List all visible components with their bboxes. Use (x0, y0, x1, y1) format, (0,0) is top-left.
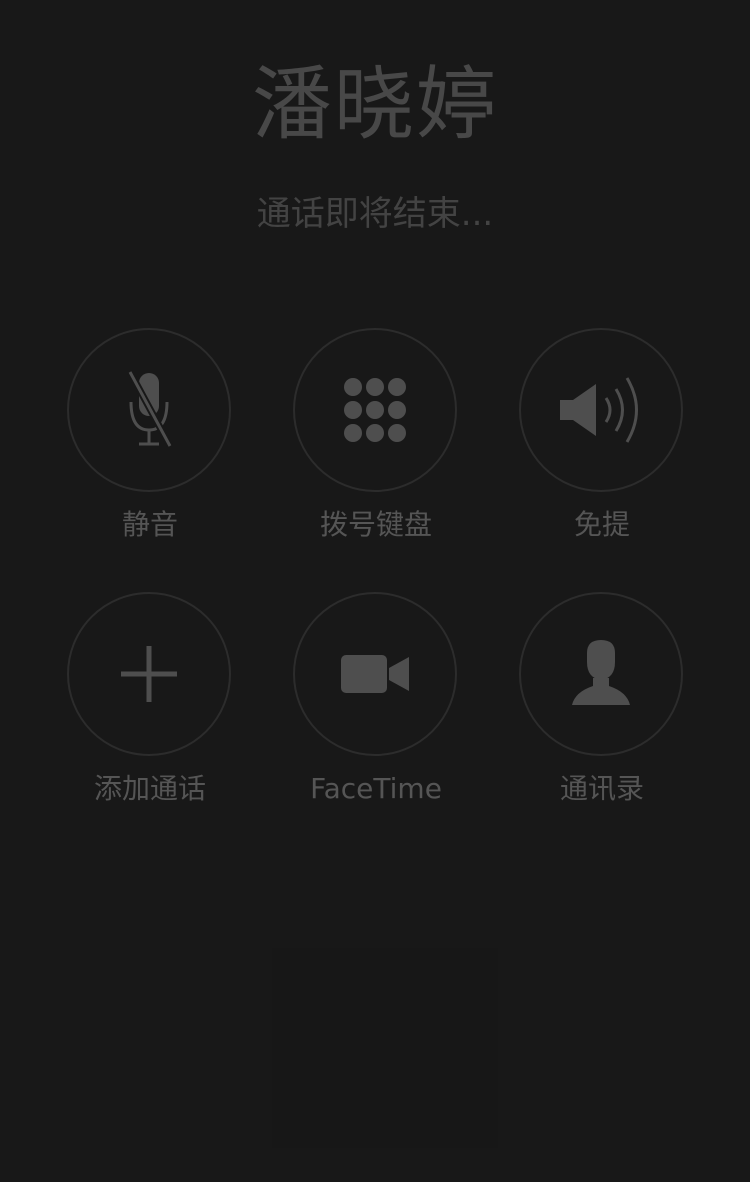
video-camera-icon (341, 655, 409, 693)
speaker-button-ring[interactable] (519, 328, 683, 492)
add-call-button-ring[interactable] (67, 592, 231, 756)
keypad-button-ring[interactable] (293, 328, 457, 492)
contacts-label: 通讯录 (559, 772, 644, 805)
facetime-button-ring[interactable] (293, 592, 457, 756)
add-call-label: 添加通话 (93, 772, 206, 805)
mute-button[interactable]: 静音 (37, 328, 263, 568)
add-call-button[interactable]: 添加通话 (37, 592, 263, 832)
keypad-label: 拨号键盘 (319, 508, 432, 541)
caller-name: 潘晓婷 (252, 58, 498, 151)
call-status: 通话即将结束... (256, 194, 494, 234)
keypad-icon (344, 378, 406, 442)
contact-person-icon (572, 640, 630, 705)
plus-icon (121, 646, 177, 702)
speaker-label: 免提 (573, 508, 630, 541)
contacts-button[interactable]: 通讯录 (489, 592, 715, 832)
mute-label: 静音 (121, 508, 178, 541)
facetime-label: FaceTime (310, 772, 442, 805)
facetime-button[interactable]: FaceTime (263, 592, 489, 832)
contacts-button-ring[interactable] (519, 592, 683, 756)
muted-microphone-icon (126, 370, 174, 448)
speaker-button[interactable]: 免提 (489, 328, 715, 568)
keypad-button[interactable]: 拨号键盘 (263, 328, 489, 568)
mute-button-ring[interactable] (67, 328, 231, 492)
end-call-area (272, 948, 498, 1148)
speaker-icon (560, 377, 638, 443)
